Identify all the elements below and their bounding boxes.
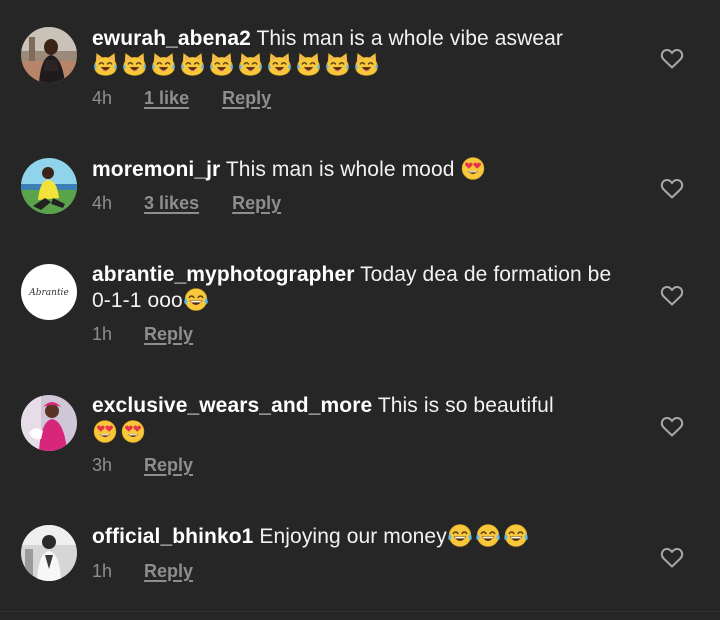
- comment-body: This is so beautiful: [377, 394, 554, 417]
- timestamp: 3h: [92, 455, 113, 475]
- comment-body: This man is whole mood: [225, 158, 455, 181]
- comment-text: official_bhinko1 Enjoying our money: [92, 523, 632, 549]
- heart-eyes-icon: [121, 420, 145, 443]
- reply-button[interactable]: Reply: [222, 88, 271, 109]
- avatar[interactable]: [21, 395, 77, 451]
- comment-meta: 4h 1 like Reply: [92, 88, 271, 109]
- heart-outline-icon[interactable]: [660, 415, 684, 437]
- comment-body: Enjoying our money: [259, 525, 447, 548]
- cat-tears-of-joy-icon: [93, 52, 118, 77]
- username[interactable]: official_bhinko1: [92, 525, 253, 548]
- username[interactable]: exclusive_wears_and_more: [92, 394, 372, 417]
- timestamp: 4h: [92, 88, 113, 108]
- reply-button[interactable]: Reply: [144, 324, 193, 345]
- reply-button[interactable]: Reply: [232, 193, 281, 214]
- tears-of-joy-icon: [475, 523, 501, 548]
- cat-tears-of-joy-icon: [151, 52, 176, 77]
- heart-eyes-icon: [461, 157, 485, 180]
- heart-outline-icon[interactable]: [660, 284, 684, 306]
- comment-body: This man is a whole vibe aswear: [256, 27, 564, 50]
- timestamp: 4h: [92, 193, 113, 213]
- comment-meta: 3h Reply: [92, 455, 193, 476]
- emoji-row: [92, 52, 632, 78]
- avatar[interactable]: [21, 27, 77, 83]
- cat-tears-of-joy-icon: [122, 52, 147, 77]
- comment-meta: 1h Reply: [92, 324, 193, 345]
- timestamp: 1h: [92, 561, 113, 581]
- tears-of-joy-icon: [503, 523, 529, 548]
- tears-of-joy-icon: [183, 287, 209, 312]
- tears-of-joy-icon: [447, 523, 473, 548]
- cat-tears-of-joy-icon: [180, 52, 205, 77]
- comment-text: ewurah_abena2 This man is a whole vibe a…: [92, 26, 632, 78]
- heart-outline-icon[interactable]: [660, 177, 684, 199]
- heart-outline-icon[interactable]: [660, 546, 684, 568]
- comments-screen: { "comments": [ { "username": "ewurah_ab…: [0, 0, 720, 620]
- cat-tears-of-joy-icon: [354, 52, 379, 77]
- cat-tears-of-joy-icon: [209, 52, 234, 77]
- emoji-row: [92, 419, 632, 445]
- cat-tears-of-joy-icon: [296, 52, 321, 77]
- username[interactable]: ewurah_abena2: [92, 27, 251, 50]
- heart-outline-icon[interactable]: [660, 47, 684, 69]
- avatar[interactable]: Abrantie: [21, 264, 77, 320]
- reply-button[interactable]: Reply: [144, 455, 193, 476]
- comment-text: abrantie_myphotographer Today dea de for…: [92, 262, 632, 313]
- comment-meta: 1h Reply: [92, 561, 193, 582]
- heart-eyes-icon: [93, 420, 117, 443]
- reply-button[interactable]: Reply: [144, 561, 193, 582]
- bottom-divider: [0, 611, 720, 612]
- username[interactable]: abrantie_myphotographer: [92, 263, 355, 286]
- timestamp: 1h: [92, 324, 113, 344]
- avatar[interactable]: [21, 525, 77, 581]
- cat-tears-of-joy-icon: [325, 52, 350, 77]
- comment-text: moremoni_jr This man is whole mood: [92, 156, 632, 182]
- avatar[interactable]: [21, 158, 77, 214]
- username[interactable]: moremoni_jr: [92, 158, 220, 181]
- comment-text: exclusive_wears_and_more This is so beau…: [92, 393, 632, 445]
- brand-logo-text: Abrantie: [28, 288, 69, 298]
- comment-meta: 4h 3 likes Reply: [92, 193, 281, 214]
- cat-tears-of-joy-icon: [267, 52, 292, 77]
- cat-tears-of-joy-icon: [238, 52, 263, 77]
- likes-count-link[interactable]: 3 likes: [144, 193, 199, 214]
- likes-count-link[interactable]: 1 like: [144, 88, 189, 109]
